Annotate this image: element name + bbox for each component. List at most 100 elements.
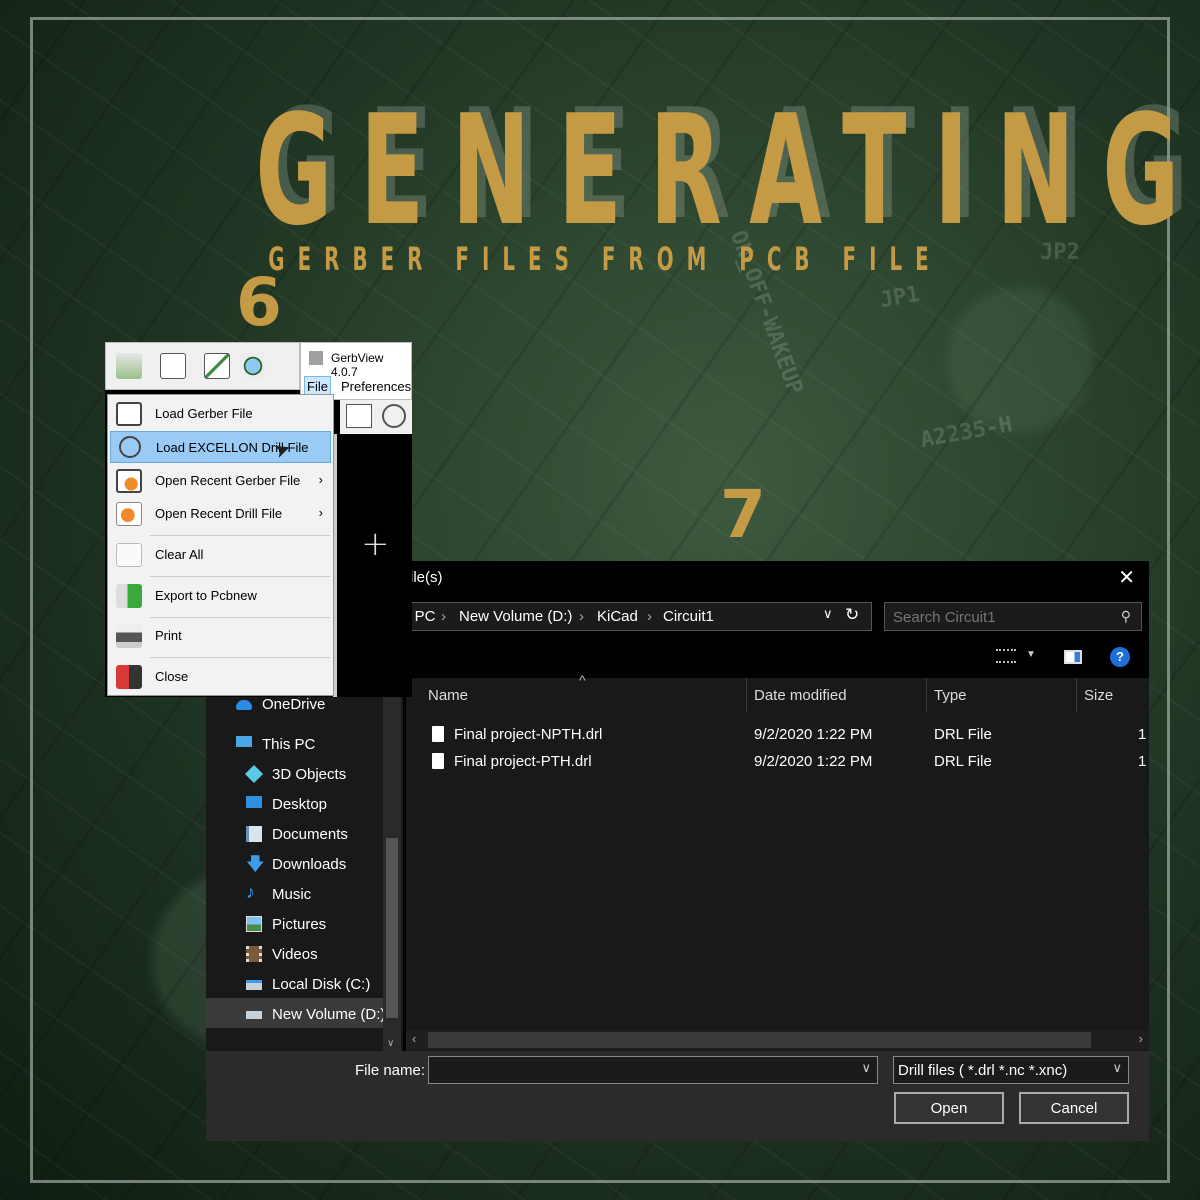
column-header-type[interactable]: Type	[934, 687, 967, 704]
drill-target-icon[interactable]	[382, 404, 406, 428]
chevron-right-icon: ›	[441, 608, 446, 625]
clear-icon	[116, 543, 142, 567]
dialog-title: ile(s)	[410, 569, 443, 586]
download-arrow-icon: 🡇	[246, 854, 265, 874]
chevron-down-icon[interactable]: ∨	[387, 1038, 394, 1049]
chevron-down-icon[interactable]: ∨	[823, 606, 833, 622]
menu-separator	[150, 617, 330, 618]
open-button[interactable]: Open	[894, 1092, 1004, 1124]
chevron-right-icon[interactable]: ›	[1139, 1031, 1143, 1046]
music-note-icon: ♪	[246, 882, 255, 902]
column-divider[interactable]	[746, 678, 747, 712]
search-icon[interactable]: ⚲	[1121, 608, 1131, 625]
gerbview-title-bar: GerbView 4.0.7 File Preferences	[300, 342, 412, 400]
dialog-footer: File name: ∨ Drill files ( *.drl *.nc *.…	[206, 1051, 1149, 1141]
horizontal-scrollbar[interactable]: ‹ ›	[406, 1031, 1149, 1049]
breadcrumb-item[interactable]: New Volume (D:)	[459, 608, 572, 625]
cloud-icon	[236, 700, 252, 710]
sidebar-item-label: Desktop	[272, 796, 328, 813]
search-box[interactable]: ⚲	[884, 602, 1142, 632]
load-icon[interactable]	[116, 353, 142, 379]
menu-item-close[interactable]: Close	[110, 661, 331, 693]
sort-arrow-icon: ^	[579, 672, 586, 688]
column-header-size[interactable]: Size	[1084, 687, 1113, 704]
scrollbar-thumb[interactable]	[386, 838, 398, 1018]
menu-item-label: Load Gerber File	[155, 406, 253, 421]
menu-item-recent-drill[interactable]: Open Recent Drill File ›	[110, 498, 331, 530]
file-type-filter[interactable]: Drill files ( *.drl *.nc *.xnc) ∨	[893, 1056, 1129, 1084]
chevron-left-icon[interactable]: ‹	[412, 1031, 416, 1046]
refresh-icon[interactable]: ↻	[845, 605, 859, 625]
menu-item-load-gerber[interactable]: Load Gerber File	[110, 398, 331, 430]
file-date: 9/2/2020 1:22 PM	[754, 753, 873, 770]
menu-item-label: Close	[155, 669, 189, 684]
menu-item-export-pcbnew[interactable]: Export to Pcbnew	[110, 580, 331, 612]
page-settings-icon[interactable]	[160, 353, 186, 379]
gerbview-secondary-toolbar	[340, 400, 412, 434]
recent-gerber-icon	[116, 469, 142, 493]
app-icon	[309, 351, 323, 365]
drive-icon	[246, 1011, 262, 1019]
view-options-icon[interactable]	[996, 649, 1016, 663]
zoom-icon[interactable]	[240, 353, 266, 379]
menu-item-recent-gerber[interactable]: Open Recent Gerber File ›	[110, 465, 331, 497]
chevron-down-icon[interactable]: ∨	[861, 1060, 871, 1076]
file-name-label: File name:	[355, 1062, 426, 1079]
scrollbar-thumb[interactable]	[428, 1032, 1091, 1048]
file-list: ^ Name Date modified Type Size Final pro…	[406, 672, 1149, 1051]
cancel-button[interactable]: Cancel	[1019, 1092, 1129, 1124]
chevron-down-icon[interactable]: ▼	[1026, 649, 1036, 660]
file-name-input[interactable]: ∨	[428, 1056, 878, 1084]
gerber-icon[interactable]	[346, 404, 372, 428]
address-bar[interactable]: s PC › New Volume (D:) › KiCad › Circuit…	[402, 602, 872, 631]
file-menu-dropdown: Load Gerber File Load EXCELLON Drill Fil…	[107, 394, 334, 696]
cube-icon	[244, 764, 264, 784]
column-header-name[interactable]: Name	[428, 687, 468, 704]
search-input[interactable]	[885, 603, 1115, 632]
disk-icon	[246, 980, 262, 990]
close-icon[interactable]: ✕	[1118, 565, 1135, 590]
file-name: Final project-PTH.drl	[454, 753, 592, 770]
chevron-right-icon: ›	[647, 608, 652, 625]
exit-icon	[116, 665, 142, 689]
table-row[interactable]: Final project-NPTH.drl 9/2/2020 1:22 PM …	[406, 722, 1149, 749]
film-icon	[246, 946, 262, 962]
desktop-icon	[246, 796, 262, 808]
file-date: 9/2/2020 1:22 PM	[754, 726, 873, 743]
sidebar-item-new-volume[interactable]: New Volume (D:)	[246, 1002, 383, 1030]
file-icon	[432, 726, 444, 742]
hero-title: GENERATING	[255, 82, 1200, 259]
window-title: GerbView 4.0.7	[331, 351, 384, 379]
computer-icon	[236, 736, 252, 747]
menu-preferences[interactable]: Preferences	[341, 379, 411, 394]
column-divider[interactable]	[926, 678, 927, 712]
filter-value: Drill files ( *.drl *.nc *.xnc)	[898, 1062, 1068, 1079]
preview-pane-icon[interactable]	[1064, 650, 1082, 664]
menu-separator	[150, 576, 330, 577]
menu-item-label: Print	[155, 628, 182, 643]
column-header-date[interactable]: Date modified	[754, 687, 847, 704]
table-row[interactable]: Final project-PTH.drl 9/2/2020 1:22 PM D…	[406, 749, 1149, 776]
sidebar-item-label: This PC	[262, 736, 316, 753]
file-icon	[432, 753, 444, 769]
sidebar-scrollbar[interactable]: ∨	[383, 678, 401, 1051]
submenu-arrow-icon: ›	[318, 505, 323, 520]
menu-item-clear-all[interactable]: Clear All	[110, 539, 331, 571]
sidebar-item-label: New Volume (D:)	[272, 1006, 383, 1023]
help-icon[interactable]: ?	[1110, 647, 1130, 667]
menu-separator	[150, 657, 330, 658]
plot-icon[interactable]	[204, 353, 230, 379]
menu-item-load-excellon[interactable]: Load EXCELLON Drill File ➤	[110, 431, 331, 463]
breadcrumb-item[interactable]: Circuit1	[663, 608, 714, 625]
chevron-right-icon: ›	[579, 608, 584, 625]
gerber-icon	[116, 402, 142, 426]
breadcrumb-item[interactable]: KiCad	[597, 608, 638, 625]
sidebar-item-label: Downloads	[272, 856, 347, 873]
sidebar-item-label: Videos	[272, 946, 318, 963]
sidebar-item-label: Pictures	[272, 916, 327, 933]
menu-item-print[interactable]: Print	[110, 620, 331, 652]
column-divider[interactable]	[1076, 678, 1077, 712]
printer-icon	[116, 624, 142, 648]
sidebar-item-label: 3D Objects	[272, 766, 347, 783]
chevron-down-icon[interactable]: ∨	[1112, 1060, 1122, 1076]
